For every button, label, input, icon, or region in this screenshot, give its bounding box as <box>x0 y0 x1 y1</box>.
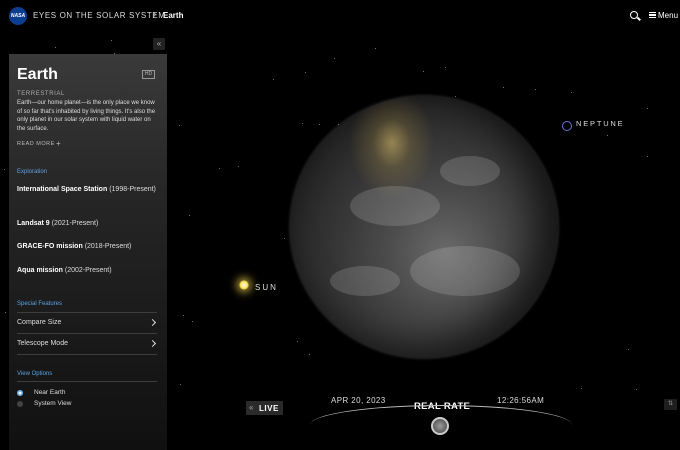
current-date[interactable]: APR 20, 2023 <box>331 396 386 405</box>
star <box>581 388 582 389</box>
star <box>647 108 648 109</box>
star <box>636 389 637 390</box>
layers-toggle-button[interactable]: ⇅ <box>664 399 677 410</box>
neptune-marker[interactable] <box>562 121 572 131</box>
feature-label: Compare Size <box>17 319 62 326</box>
plus-icon[interactable]: + <box>56 140 61 148</box>
collapse-panel-button[interactable]: « <box>153 38 165 50</box>
star <box>273 79 274 80</box>
live-button[interactable]: « LIVE <box>246 401 283 415</box>
time-rate-slider-knob[interactable] <box>431 417 449 435</box>
divider <box>17 354 157 355</box>
star <box>309 354 310 355</box>
star <box>607 135 608 136</box>
app-title[interactable]: EYES ON THE SOLAR SYSTEM <box>33 11 166 20</box>
telescope-mode-button[interactable]: Telescope Mode <box>17 333 157 353</box>
star <box>334 58 335 59</box>
star <box>55 47 56 48</box>
breadcrumb-current: Earth <box>163 11 184 20</box>
view-option-label: System View <box>34 400 72 407</box>
menu-icon[interactable] <box>649 12 656 18</box>
exploration-item-name: Landsat 9 <box>17 220 50 227</box>
feature-label: Telescope Mode <box>17 340 68 347</box>
nasa-logo-text: NASA <box>10 13 26 19</box>
exploration-item-name: International Space Station <box>17 186 108 193</box>
panel-title: Earth <box>17 66 58 83</box>
cloud-band <box>440 156 500 186</box>
chevron-right-icon: › <box>153 9 157 20</box>
star <box>180 384 181 385</box>
chevron-right-icon <box>148 339 157 348</box>
current-time[interactable]: 12:26:56AM <box>497 396 544 405</box>
exploration-item[interactable]: Aqua mission (2002-Present) <box>17 265 159 276</box>
rewind-icon: « <box>249 403 254 412</box>
star <box>238 166 239 167</box>
star <box>375 48 376 49</box>
panel-description: Earth—our home planet—is the only place … <box>17 100 156 132</box>
space-viewport[interactable]: NASA EYES ON THE SOLAR SYSTEM › Earth Me… <box>0 0 680 450</box>
star <box>647 156 648 157</box>
star <box>284 238 285 239</box>
exploration-item-years: (2021-Present) <box>51 220 99 227</box>
exploration-item-years: (1998-Present) <box>109 186 156 193</box>
exploration-item[interactable]: International Space Station (1998-Presen… <box>17 184 159 195</box>
divider <box>17 381 157 382</box>
earth-globe[interactable] <box>290 96 558 358</box>
live-label: LIVE <box>259 404 279 413</box>
radio-unselected-icon[interactable] <box>17 401 23 407</box>
star <box>571 92 572 93</box>
view-options-heading: View Options <box>17 371 53 377</box>
sun-label[interactable]: SUN <box>255 283 278 292</box>
cloud-band <box>330 266 400 296</box>
star <box>111 40 112 41</box>
star <box>297 341 298 342</box>
star <box>302 123 303 124</box>
star <box>183 315 184 316</box>
search-icon[interactable] <box>630 11 638 19</box>
star <box>305 72 306 73</box>
star <box>423 71 424 72</box>
star <box>179 125 180 126</box>
exploration-item[interactable]: GRACE-FO mission (2018-Present) <box>17 241 159 252</box>
panel-subtitle: TERRESTRIAL <box>17 91 65 97</box>
menu-button[interactable]: Menu <box>658 11 678 20</box>
star <box>4 169 5 170</box>
star <box>219 168 220 169</box>
exploration-item-name: GRACE-FO mission <box>17 243 83 250</box>
view-option-label: Near Earth <box>34 389 66 396</box>
star <box>628 349 629 350</box>
info-panel: Earth HD TERRESTRIAL Earth—our home plan… <box>9 54 167 450</box>
compare-size-button[interactable]: Compare Size <box>17 312 157 332</box>
nasa-logo[interactable]: NASA <box>9 7 27 25</box>
star <box>503 87 504 88</box>
read-more-link[interactable]: READ MORE <box>17 141 55 147</box>
sun-marker[interactable] <box>239 280 249 290</box>
neptune-label[interactable]: NEPTUNE <box>576 119 624 128</box>
exploration-item-years: (2002-Present) <box>64 267 112 274</box>
star <box>192 321 193 322</box>
chevron-right-icon <box>148 318 157 327</box>
star <box>319 124 320 125</box>
star <box>445 67 446 68</box>
hd-toggle-button[interactable]: HD <box>142 70 155 79</box>
radio-selected-icon[interactable] <box>17 390 23 396</box>
top-bar: NASA EYES ON THE SOLAR SYSTEM › Earth Me… <box>0 0 680 32</box>
star <box>535 89 536 90</box>
special-features-heading: Special Features <box>17 301 63 307</box>
star <box>189 215 190 216</box>
exploration-item-name: Aqua mission <box>17 267 63 274</box>
exploration-item[interactable]: Landsat 9 (2021-Present) <box>17 218 159 229</box>
exploration-heading: Exploration <box>17 169 48 175</box>
star <box>455 96 456 97</box>
exploration-item-years: (2018-Present) <box>84 243 132 250</box>
star <box>5 312 6 313</box>
cloud-band <box>410 246 520 296</box>
cloud-band <box>350 186 440 226</box>
